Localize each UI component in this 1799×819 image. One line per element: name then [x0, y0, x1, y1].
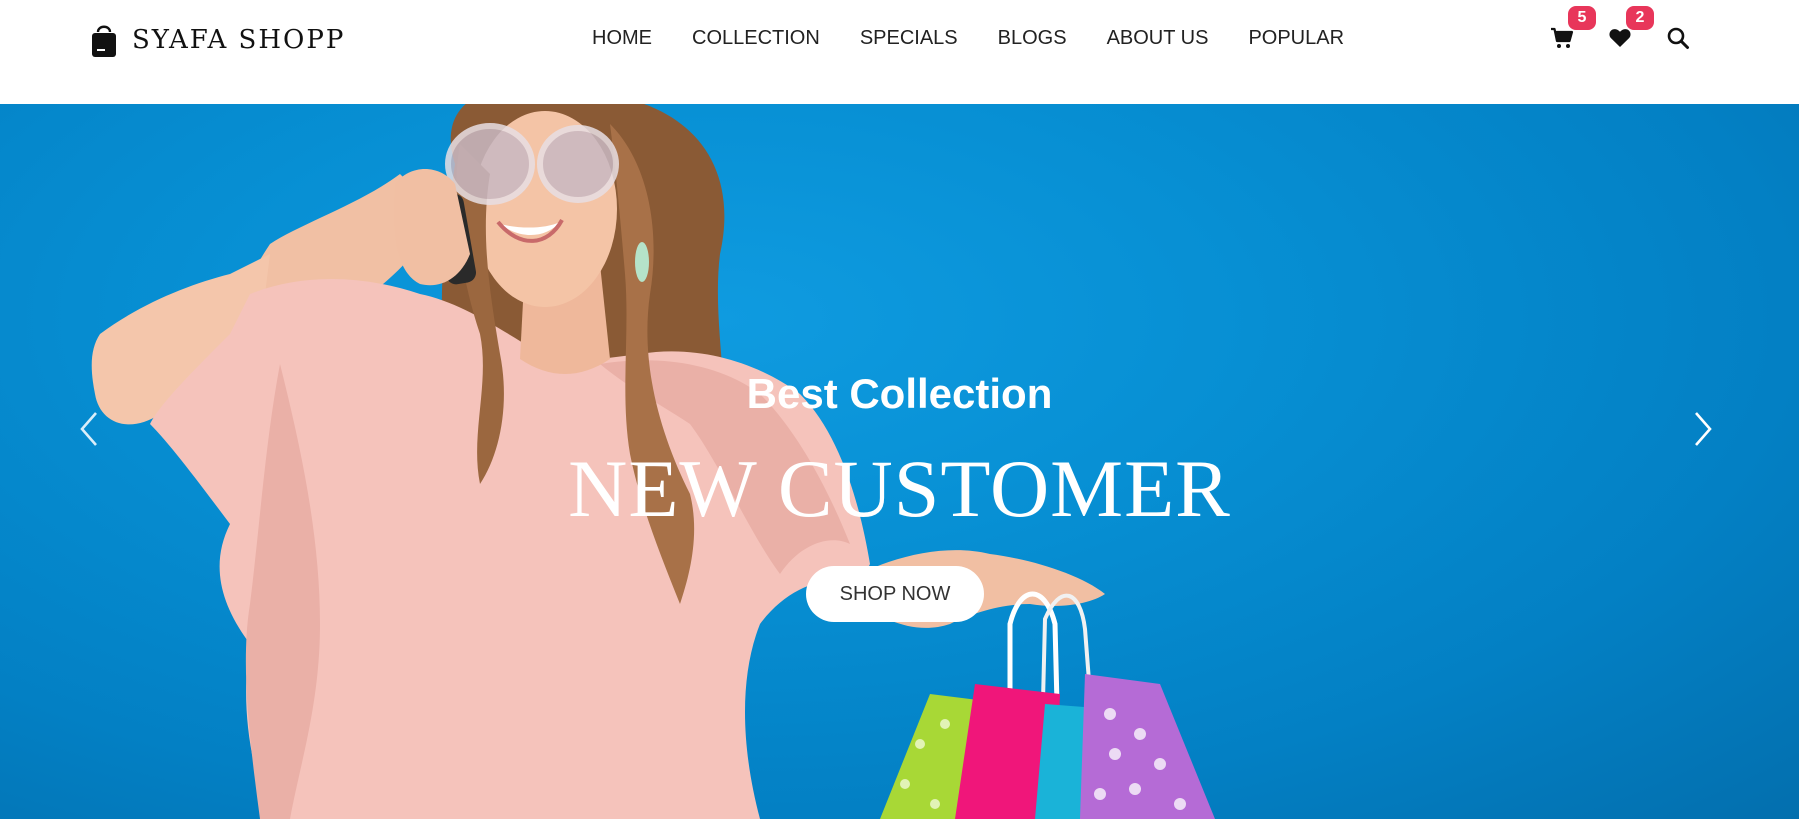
wishlist-count-badge: 2	[1626, 6, 1654, 30]
cart-icon	[1551, 27, 1574, 48]
search-button[interactable]	[1662, 22, 1694, 54]
hero-subtitle: Best Collection	[746, 370, 1053, 417]
cart-count-badge: 5	[1568, 6, 1596, 30]
header-icons: 5 2	[1546, 6, 1694, 54]
shopping-bag-icon	[92, 25, 116, 57]
hero-title: NEW CUSTOMER	[568, 443, 1231, 534]
heart-icon	[1609, 29, 1631, 47]
brand-name: SYAFA SHOPP	[132, 25, 346, 55]
nav-item-collection[interactable]: COLLECTION	[692, 27, 820, 50]
shop-now-button[interactable]: SHOP NOW	[806, 566, 984, 622]
brand-logo[interactable]: SYAFA SHOPP	[91, 20, 345, 60]
chevron-right-icon[interactable]	[1690, 409, 1716, 449]
search-icon	[1667, 27, 1689, 49]
cart-button[interactable]: 5	[1546, 6, 1596, 54]
site-header: SYAFA SHOPP HOME COLLECTION SPECIALS BLO…	[0, 0, 1799, 104]
main-nav: HOME COLLECTION SPECIALS BLOGS ABOUT US …	[592, 27, 1344, 50]
nav-item-about-us[interactable]: ABOUT US	[1107, 27, 1209, 50]
chevron-left-icon[interactable]	[76, 409, 102, 449]
nav-item-blogs[interactable]: BLOGS	[998, 27, 1067, 50]
nav-item-specials[interactable]: SPECIALS	[860, 27, 958, 50]
wishlist-button[interactable]: 2	[1604, 6, 1654, 54]
nav-item-popular[interactable]: POPULAR	[1248, 27, 1344, 50]
nav-item-home[interactable]: HOME	[592, 27, 652, 50]
hero-slider: Best Collection NEW CUSTOMER SHOP NOW	[0, 104, 1799, 819]
